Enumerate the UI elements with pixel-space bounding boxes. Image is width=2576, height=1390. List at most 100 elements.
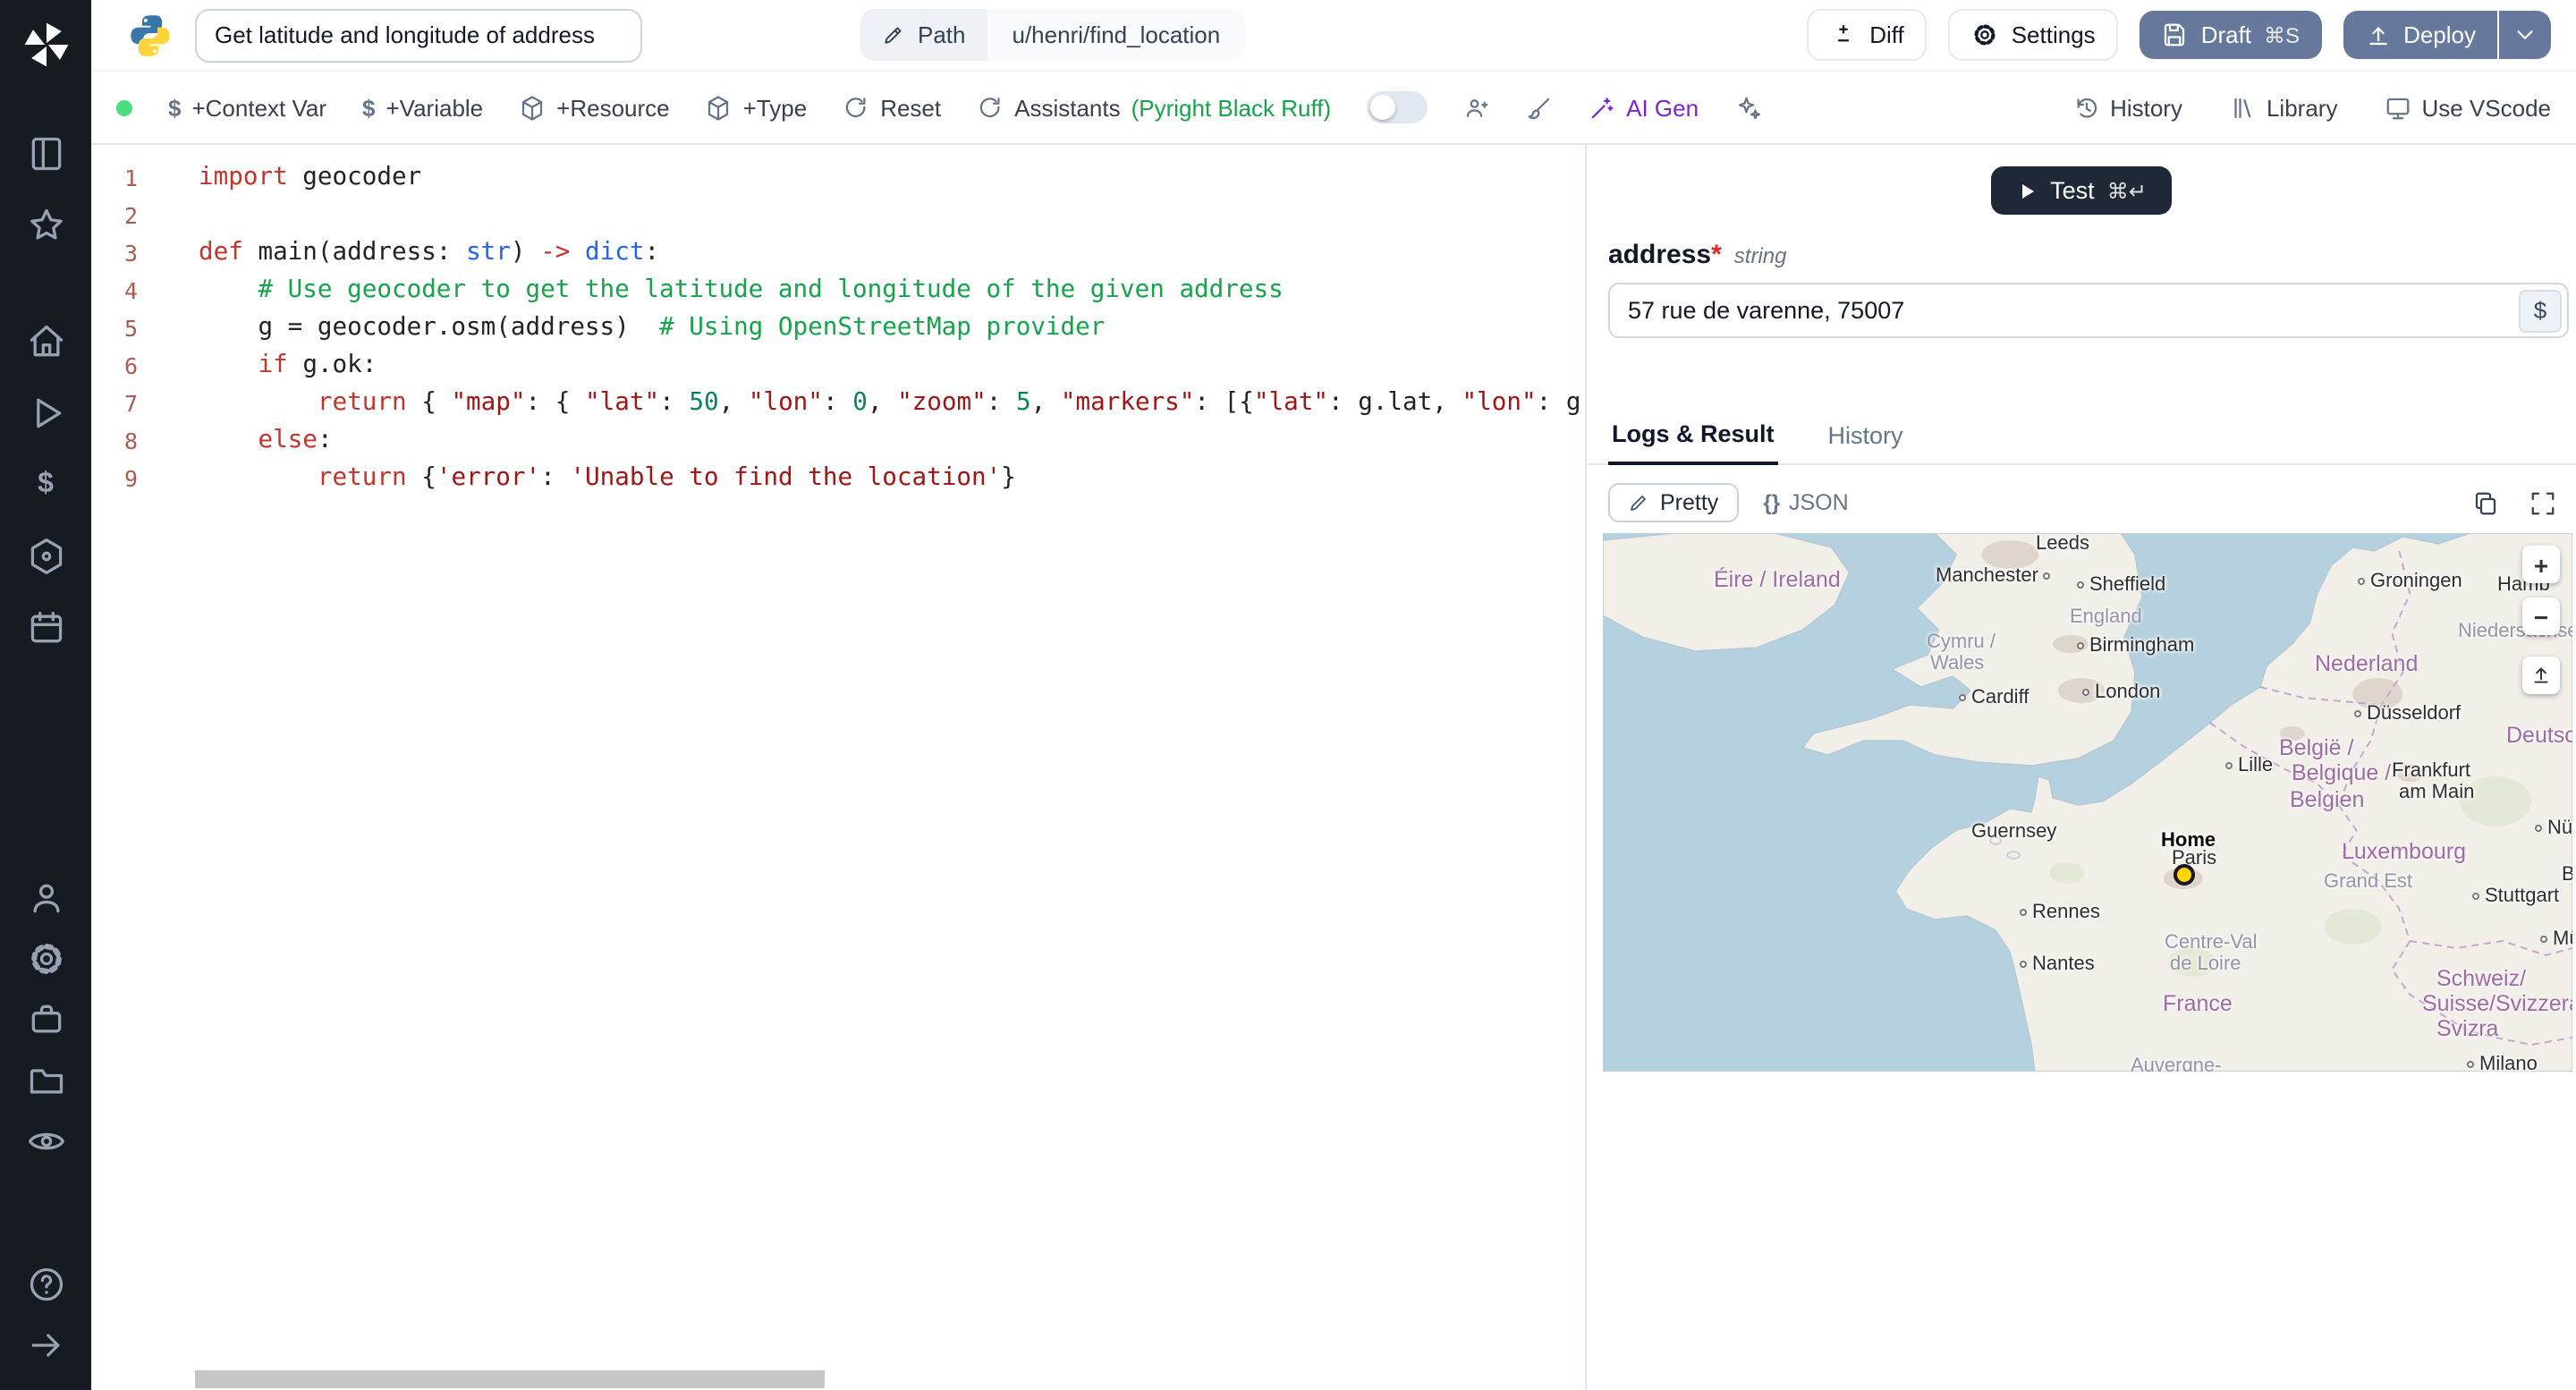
sidebar: $ <box>0 0 91 1390</box>
play-icon <box>2022 183 2035 198</box>
favorites-star-icon[interactable] <box>26 206 65 245</box>
code-editor[interactable]: 1 import geocoder 2 3 def main(address: str)… <box>91 145 1585 1390</box>
settings-button[interactable]: Settings <box>1948 9 2119 61</box>
code-line[interactable]: 5 g = geocoder.osm(address) # Using Open… <box>91 309 1585 347</box>
code-line[interactable]: 4 # Use geocoder to get the latitude and… <box>91 272 1585 309</box>
variables-icon[interactable]: $ <box>26 465 65 504</box>
save-icon <box>2165 23 2185 47</box>
tab-logs-result[interactable]: Logs & Result <box>1608 410 1778 465</box>
home-icon[interactable] <box>26 322 65 361</box>
clipboard-copy-icon <box>2474 491 2496 514</box>
line-number: 8 <box>123 428 138 454</box>
diff-button[interactable]: Diff <box>1807 9 1928 61</box>
map-label: France <box>2163 991 2233 1016</box>
map-label: Sheffield <box>2077 575 2165 596</box>
map-label: Bo <box>2562 865 2572 886</box>
topbar: Path u/henri/find_location Diff Settings… <box>91 0 2576 72</box>
braces-icon: {} <box>1763 490 1780 515</box>
multiplayer-users-icon[interactable] <box>1463 94 1490 121</box>
add-type-button[interactable]: +Type <box>706 94 807 121</box>
map-label: Leeds <box>2036 533 2089 555</box>
map-label: Wales <box>1930 653 1985 674</box>
line-number: 6 <box>123 352 138 379</box>
history-button[interactable]: History <box>2072 94 2182 121</box>
map-label: Birmingham <box>2077 636 2194 657</box>
tab-history[interactable]: History <box>1825 410 1907 463</box>
code-line[interactable]: 1 import geocoder <box>91 159 1585 197</box>
library-button[interactable]: Library <box>2229 94 2337 121</box>
workers-briefcase-icon[interactable] <box>26 1000 65 1039</box>
package-icon <box>522 95 543 120</box>
map-label: Deutschlan <box>2506 723 2572 748</box>
help-icon[interactable] <box>26 1265 65 1304</box>
line-number: 4 <box>123 277 138 304</box>
json-view-button[interactable]: {} JSON <box>1763 490 1848 515</box>
address-input[interactable] <box>1608 283 2569 338</box>
format-brush-icon[interactable] <box>1526 94 1553 121</box>
code-line[interactable]: 6 if g.ok: <box>91 347 1585 385</box>
settings-gear-icon[interactable] <box>26 939 65 979</box>
resources-icon[interactable] <box>26 537 65 576</box>
deploy-split-button: Deploy <box>2343 11 2551 59</box>
assistants-button[interactable]: Assistants (Pyright Black Ruff) <box>977 94 1331 121</box>
zoom-in-button[interactable]: + <box>2522 546 2560 583</box>
run-panel: Test ⌘↵ address* string $ Logs & Result <box>1585 145 2576 1390</box>
runs-icon[interactable] <box>26 394 65 433</box>
code-line[interactable]: 2 <box>91 197 1585 234</box>
users-icon[interactable] <box>26 878 65 918</box>
line-number: 5 <box>123 315 138 342</box>
required-asterisk: * <box>1711 240 1722 270</box>
diff-icon <box>1838 24 1850 42</box>
deploy-dropdown-button[interactable] <box>2499 11 2551 59</box>
map-label: Schweiz/ <box>2436 966 2527 991</box>
test-button[interactable]: Test ⌘↵ <box>1991 166 2172 215</box>
zoom-out-button[interactable]: − <box>2522 598 2560 635</box>
map-label: Éire / Ireland <box>1714 567 1841 592</box>
code-line[interactable]: 8 else: <box>91 422 1585 460</box>
result-tabs: Logs & Result History <box>1587 410 2576 465</box>
draft-button[interactable]: Draft ⌘S <box>2140 11 2322 59</box>
arg-name: address* <box>1608 240 1722 270</box>
fit-bounds-button[interactable] <box>2522 657 2560 694</box>
map-label: Grand Est <box>2324 871 2413 893</box>
reset-button[interactable]: Reset <box>843 94 941 121</box>
map-marker-home[interactable] <box>2174 864 2195 886</box>
apps-icon[interactable] <box>26 134 65 174</box>
draft-shortcut: ⌘S <box>2264 22 2301 47</box>
variable-picker-button[interactable]: $ <box>2519 289 2562 332</box>
use-vscode-button[interactable]: Use VScode <box>2384 94 2551 121</box>
map-label: Svizra <box>2436 1016 2499 1041</box>
vscode-monitor-icon <box>2386 97 2409 119</box>
assistants-status: (Pyright Black Ruff) <box>1131 94 1332 121</box>
windmill-logo-icon[interactable] <box>19 18 72 72</box>
result-map[interactable]: Leeds Éire / Ireland Manchester Sheffield Gr… <box>1603 533 2572 1072</box>
reset-rotate-icon <box>845 97 866 117</box>
expand-sidebar-arrow-icon[interactable] <box>26 1326 65 1365</box>
folders-icon[interactable] <box>26 1061 65 1100</box>
schedules-icon[interactable] <box>26 608 65 648</box>
expand-result-button[interactable] <box>2526 487 2558 519</box>
sparkles-icon[interactable] <box>1734 94 1761 121</box>
add-variable-button[interactable]: $ +Variable <box>362 94 483 121</box>
audit-logs-eye-icon[interactable] <box>26 1122 65 1161</box>
pretty-view-button[interactable]: Pretty <box>1608 483 1739 522</box>
horizontal-scrollbar[interactable] <box>195 1370 825 1388</box>
ai-gen-button[interactable]: AI Gen <box>1589 94 1699 121</box>
code-line[interactable]: 7 return { "map": { "lat": 50, "lon": 0,… <box>91 385 1585 422</box>
script-path[interactable]: Path u/henri/find_location <box>860 9 1246 61</box>
map-label: Manchester <box>1936 566 2051 587</box>
map-label: London <box>2082 682 2160 703</box>
map-label: Nederland <box>2315 651 2419 676</box>
map-label: Home <box>2161 830 2216 852</box>
add-context-var-button[interactable]: $ +Context Var <box>168 94 326 121</box>
deploy-button[interactable]: Deploy <box>2343 11 2497 59</box>
path-value: u/henri/find_location <box>1012 21 1221 48</box>
script-title-input[interactable] <box>195 8 642 62</box>
code-line[interactable]: 3 def main(address: str) -> dict: <box>91 234 1585 272</box>
dollar-icon: $ <box>2533 297 2547 324</box>
add-resource-button[interactable]: +Resource <box>519 94 670 121</box>
code-line[interactable]: 9 return {'error': 'Unable to find the l… <box>91 460 1585 497</box>
line-number: 1 <box>123 165 138 191</box>
multiplayer-toggle[interactable] <box>1367 91 1428 123</box>
copy-result-button[interactable] <box>2469 487 2501 519</box>
